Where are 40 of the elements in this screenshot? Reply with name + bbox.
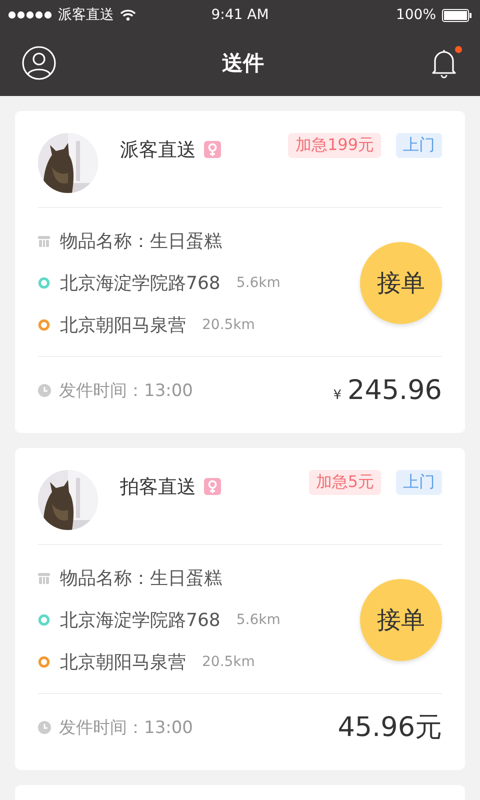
package-icon — [38, 236, 50, 246]
carrier-name: 派客直送 — [58, 6, 114, 24]
signal-icon — [8, 11, 52, 19]
page-title: 送件 — [222, 50, 264, 77]
wifi-icon — [120, 9, 136, 21]
send-time: 发件时间：13:00 — [59, 380, 193, 402]
price: 45.96元 — [338, 711, 442, 745]
distance: 5.6km — [236, 612, 280, 628]
order-tag: 加急5元 — [308, 470, 381, 495]
battery-level: 100% — [396, 7, 436, 23]
package-icon — [38, 572, 50, 584]
profile-icon[interactable] — [22, 46, 56, 80]
accept-button[interactable]: 接单 — [360, 242, 442, 324]
item-name: 物品名称：生日蛋糕 — [60, 567, 222, 590]
distance: 20.5km — [202, 317, 255, 333]
location-ring-icon — [38, 656, 50, 668]
address: 北京朝阳马泉营 — [60, 651, 186, 674]
order-tag: 上门 — [396, 470, 442, 495]
female-icon — [204, 141, 221, 158]
clock-icon — [38, 720, 51, 734]
address: 北京朝阳马泉营 — [60, 314, 186, 337]
location-ring-icon — [38, 319, 50, 331]
address: 北京海淀学院路768 — [60, 609, 220, 632]
battery-icon — [442, 8, 472, 22]
distance: 5.6km — [236, 275, 280, 291]
location-ring-icon — [38, 277, 50, 289]
clock-time: 9:41 AM — [211, 7, 269, 23]
female-icon — [204, 478, 221, 495]
accept-button[interactable]: 接单 — [360, 579, 442, 661]
sender-name: 派客直送 — [120, 138, 196, 163]
clock-icon — [38, 384, 51, 396]
address: 北京海淀学院路768 — [60, 272, 220, 295]
order-tag: 加急199元 — [288, 133, 381, 158]
send-time: 发件时间：13:00 — [59, 716, 193, 738]
distance: 20.5km — [202, 654, 255, 670]
sender-name: 拍客直送 — [120, 475, 196, 500]
item-name: 物品名称：生日蛋糕 — [60, 230, 222, 253]
price: ¥ 245.96 — [333, 374, 442, 406]
order-tag: 上门 — [396, 133, 442, 158]
location-ring-icon — [38, 614, 50, 626]
